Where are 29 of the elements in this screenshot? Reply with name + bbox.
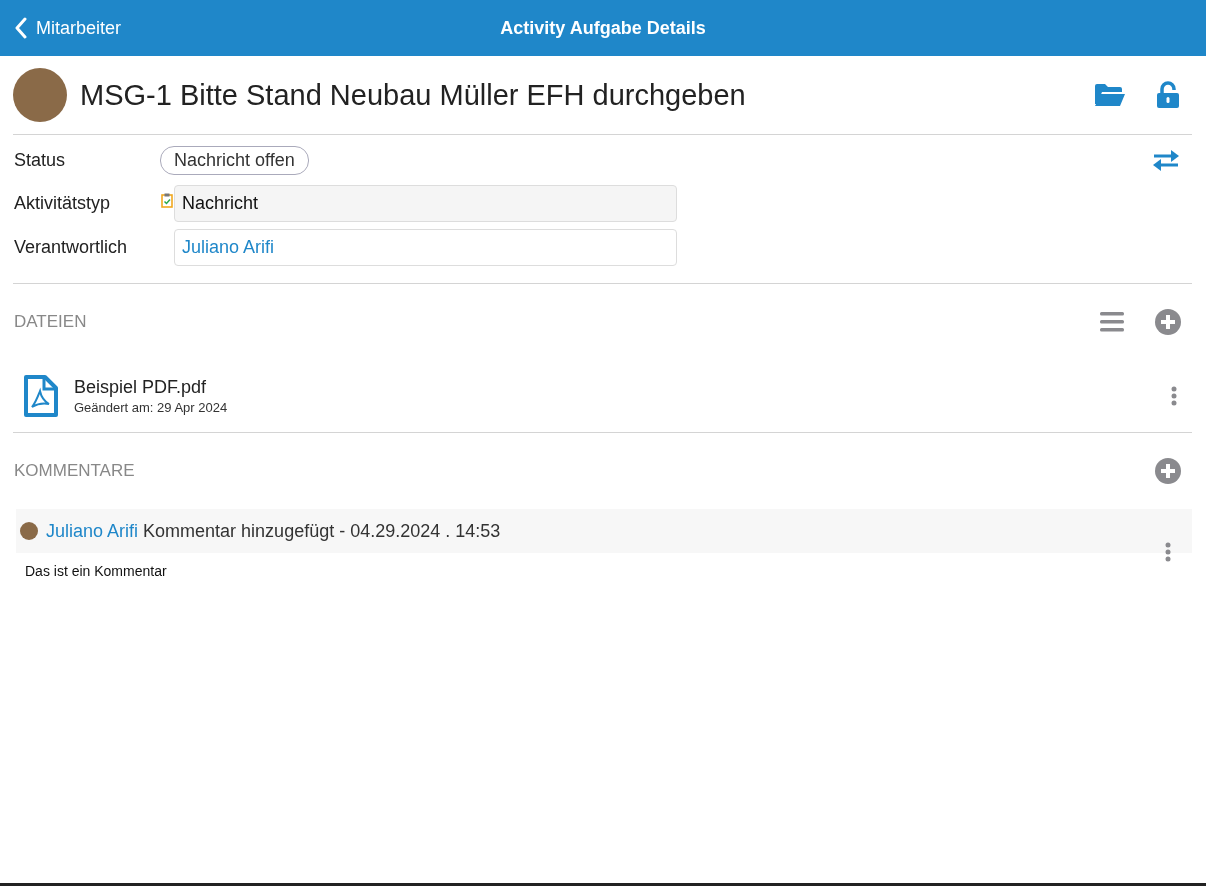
list-icon[interactable] — [1099, 311, 1125, 333]
more-vertical-icon[interactable] — [1171, 386, 1177, 406]
plus-circle-icon[interactable] — [1155, 309, 1181, 335]
pdf-file-icon — [23, 374, 59, 418]
field-label: Aktivitätstyp — [13, 192, 112, 214]
status-badge: Nachricht offen — [160, 145, 309, 175]
folder-icon[interactable] — [1094, 83, 1126, 107]
nav-title: Activity Aufgabe Details — [500, 17, 706, 39]
input-field[interactable]: Nachricht — [174, 184, 677, 222]
comment-text: Das ist ein Kommentar — [25, 563, 167, 579]
input-field[interactable]: Juliano Arifi — [174, 228, 677, 266]
more-vertical-icon[interactable] — [1165, 542, 1171, 562]
field-label: Verantwortlich — [13, 236, 129, 258]
unlocked-padlock-icon[interactable] — [1156, 81, 1180, 109]
chevron-left-icon — [14, 17, 28, 39]
task-title: MSG-1 Bitte Stand Neubau Müller EFH durchgeben — [80, 78, 747, 112]
section-heading: KOMMENTARE — [13, 461, 135, 481]
back-button[interactable]: Mitarbeiter — [0, 8, 122, 48]
clipboard-check-icon — [161, 192, 173, 208]
comment-author[interactable]: Juliano Arifi — [46, 520, 139, 542]
plus-circle-icon[interactable] — [1155, 458, 1181, 484]
section-heading: DATEIEN — [13, 312, 87, 332]
file-modified-date: Geändert am: 29 Apr 2024 — [74, 400, 229, 415]
avatar — [13, 68, 67, 122]
field-label: Status — [13, 149, 67, 171]
swap-arrows-icon[interactable] — [1152, 149, 1180, 171]
avatar — [20, 522, 38, 540]
comment-meta: Kommentar hinzugefügt - 04.29.2024 . 14:53 — [143, 520, 501, 542]
file-name[interactable]: Beispiel PDF.pdf — [74, 377, 1171, 398]
